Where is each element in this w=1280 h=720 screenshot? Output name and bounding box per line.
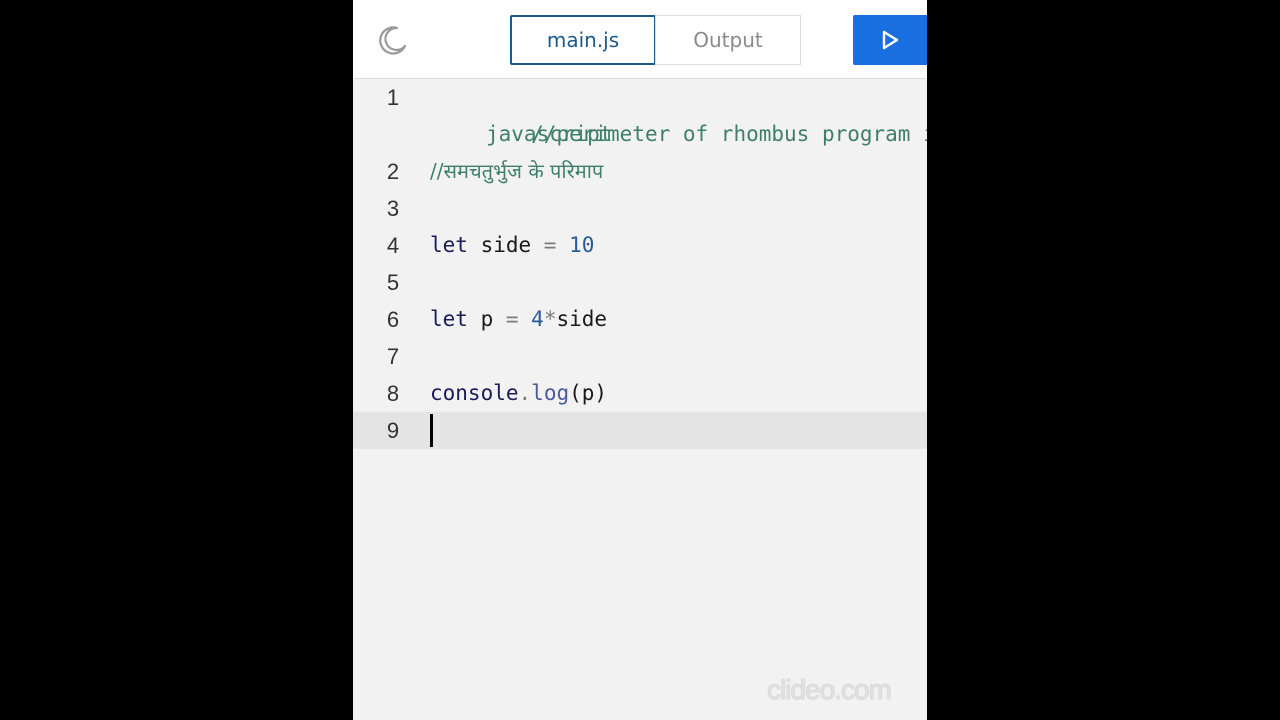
line-number: 1: [386, 85, 400, 110]
text-cursor: [430, 414, 433, 447]
run-button[interactable]: [853, 15, 927, 65]
code-line: 4 let side = 10: [353, 227, 927, 264]
identifier: console: [430, 381, 519, 405]
line-number: 4: [386, 233, 400, 258]
tab-main-js[interactable]: main.js: [510, 15, 656, 65]
watermark: clideo.com: [767, 674, 892, 705]
code-line: 7: [353, 338, 927, 375]
code-line: 6 let p = 4*side: [353, 301, 927, 338]
comment-text: //समचतुर्भुज के परिमाप: [430, 159, 604, 183]
code-text: let p = 4*side: [430, 301, 907, 338]
moon-icon[interactable]: [377, 24, 409, 56]
code-line: 8 console.log(p): [353, 375, 927, 412]
toolbar: main.js Output: [353, 0, 927, 79]
code-line-active[interactable]: 9: [353, 412, 927, 449]
code-line: 2 //समचतुर्भुज के परिमाप: [353, 153, 927, 190]
line-number: 8: [386, 381, 400, 406]
tab-output[interactable]: Output: [655, 15, 801, 65]
operator: =: [505, 307, 519, 331]
code-editor[interactable]: 1 //perimeter of rhombus program in java…: [353, 79, 927, 449]
operator: *: [543, 307, 557, 331]
number-literal: 10: [556, 233, 595, 257]
line-number: 6: [386, 307, 400, 332]
arguments: (p): [569, 381, 608, 405]
line-number: 2: [386, 159, 400, 184]
operator: =: [543, 233, 557, 257]
play-icon: [882, 30, 899, 50]
keyword: let: [430, 233, 468, 257]
keyword: let: [430, 307, 468, 331]
editor-app: main.js Output 1 //perimeter of rhombus …: [353, 0, 927, 720]
identifier: side: [556, 307, 608, 331]
line-number: 9: [386, 418, 400, 443]
code-text: let side = 10: [430, 227, 907, 264]
code-line: 5: [353, 264, 927, 301]
identifier: side: [467, 233, 544, 257]
line-number: 7: [386, 344, 400, 369]
code-line: 1 //perimeter of rhombus program in java…: [353, 79, 927, 153]
number-literal: 4: [518, 307, 544, 331]
line-number: 5: [386, 270, 400, 295]
comment-text-wrapped: javascript: [486, 122, 613, 146]
line-number: 3: [386, 196, 400, 221]
function-name: log: [531, 381, 570, 405]
code-line: 3: [353, 190, 927, 227]
identifier: p: [467, 307, 506, 331]
operator: .: [518, 381, 532, 405]
code-text: console.log(p): [430, 375, 907, 412]
